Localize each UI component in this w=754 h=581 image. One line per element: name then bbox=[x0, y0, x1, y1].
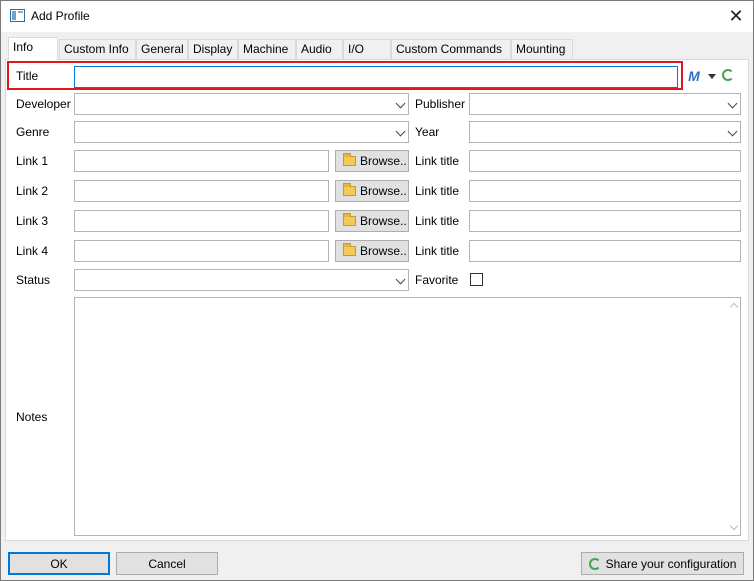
chevron-down-icon bbox=[395, 274, 406, 285]
tab-audio[interactable]: Audio bbox=[296, 39, 343, 59]
link-4-title-input[interactable] bbox=[469, 240, 741, 262]
browse-label: Browse.. bbox=[360, 154, 407, 168]
link-1-browse-button[interactable]: Browse.. bbox=[335, 150, 409, 172]
tab-machine[interactable]: Machine bbox=[238, 39, 296, 59]
link-3-title-input[interactable] bbox=[469, 210, 741, 232]
notes-scrollbar[interactable] bbox=[727, 298, 740, 535]
status-label: Status bbox=[16, 273, 51, 287]
folder-icon bbox=[343, 183, 356, 196]
link-3-browse-button[interactable]: Browse.. bbox=[335, 210, 409, 232]
genre-label: Genre bbox=[16, 125, 50, 139]
scroll-up-icon[interactable] bbox=[729, 302, 739, 312]
status-combo[interactable] bbox=[74, 269, 409, 291]
link-4-browse-button[interactable]: Browse.. bbox=[335, 240, 409, 262]
cancel-button[interactable]: Cancel bbox=[116, 552, 218, 575]
browse-label: Browse.. bbox=[360, 244, 407, 258]
developer-label: Developer bbox=[16, 97, 71, 111]
year-label: Year bbox=[415, 125, 440, 139]
link-1-title-input[interactable] bbox=[469, 150, 741, 172]
scroll-down-icon[interactable] bbox=[729, 521, 739, 531]
link-3-title-label: Link title bbox=[415, 214, 460, 228]
link-2-browse-button[interactable]: Browse.. bbox=[335, 180, 409, 202]
chevron-down-icon bbox=[395, 126, 406, 137]
metadata-dropdown-arrow-icon[interactable] bbox=[708, 74, 716, 79]
ok-button[interactable]: OK bbox=[8, 552, 110, 575]
window-title: Add Profile bbox=[31, 9, 90, 23]
tab-info[interactable]: Info bbox=[8, 37, 58, 60]
tab-mounting[interactable]: Mounting bbox=[511, 39, 573, 59]
link-4-input[interactable] bbox=[74, 240, 329, 262]
link-3-label: Link 3 bbox=[16, 214, 49, 228]
app-window-icon bbox=[10, 9, 25, 22]
tab-custom-info[interactable]: Custom Info bbox=[59, 39, 136, 59]
chevron-down-icon bbox=[727, 98, 738, 109]
link-4-title-label: Link title bbox=[415, 244, 460, 258]
link-2-input[interactable] bbox=[74, 180, 329, 202]
chevron-down-icon bbox=[395, 98, 406, 109]
browse-label: Browse.. bbox=[360, 184, 407, 198]
year-combo[interactable] bbox=[469, 121, 741, 143]
folder-icon bbox=[343, 153, 356, 166]
add-profile-dialog: Add Profile ✕ Info Custom Info General D… bbox=[0, 0, 754, 581]
tab-general[interactable]: General bbox=[136, 39, 188, 59]
notes-textarea[interactable] bbox=[74, 297, 741, 536]
browse-label: Browse.. bbox=[360, 214, 407, 228]
metadata-m-icon[interactable]: M bbox=[686, 68, 702, 84]
folder-icon bbox=[343, 213, 356, 226]
tab-io[interactable]: I/O bbox=[343, 39, 391, 59]
title-bar: Add Profile ✕ bbox=[1, 1, 753, 32]
share-configuration-button[interactable]: Share your configuration bbox=[581, 552, 744, 575]
publisher-combo[interactable] bbox=[469, 93, 741, 115]
developer-combo[interactable] bbox=[74, 93, 409, 115]
title-input[interactable] bbox=[74, 66, 678, 88]
link-1-input[interactable] bbox=[74, 150, 329, 172]
link-2-label: Link 2 bbox=[16, 184, 49, 198]
link-2-title-input[interactable] bbox=[469, 180, 741, 202]
folder-icon bbox=[343, 243, 356, 256]
notes-label: Notes bbox=[16, 410, 48, 424]
link-2-title-label: Link title bbox=[415, 184, 460, 198]
tab-display[interactable]: Display bbox=[188, 39, 238, 59]
tab-custom-commands[interactable]: Custom Commands bbox=[391, 39, 511, 59]
favorite-label: Favorite bbox=[415, 273, 459, 287]
title-label: Title bbox=[16, 69, 39, 83]
chevron-down-icon bbox=[727, 126, 738, 137]
link-1-label: Link 1 bbox=[16, 154, 49, 168]
close-button[interactable]: ✕ bbox=[719, 1, 753, 32]
share-refresh-icon bbox=[588, 557, 601, 570]
favorite-checkbox[interactable] bbox=[470, 273, 483, 286]
genre-combo[interactable] bbox=[74, 121, 409, 143]
link-1-title-label: Link title bbox=[415, 154, 460, 168]
share-label: Share your configuration bbox=[605, 556, 737, 571]
link-4-label: Link 4 bbox=[16, 244, 49, 258]
link-3-input[interactable] bbox=[74, 210, 329, 232]
publisher-label: Publisher bbox=[415, 97, 466, 111]
refresh-icon[interactable] bbox=[722, 69, 734, 81]
